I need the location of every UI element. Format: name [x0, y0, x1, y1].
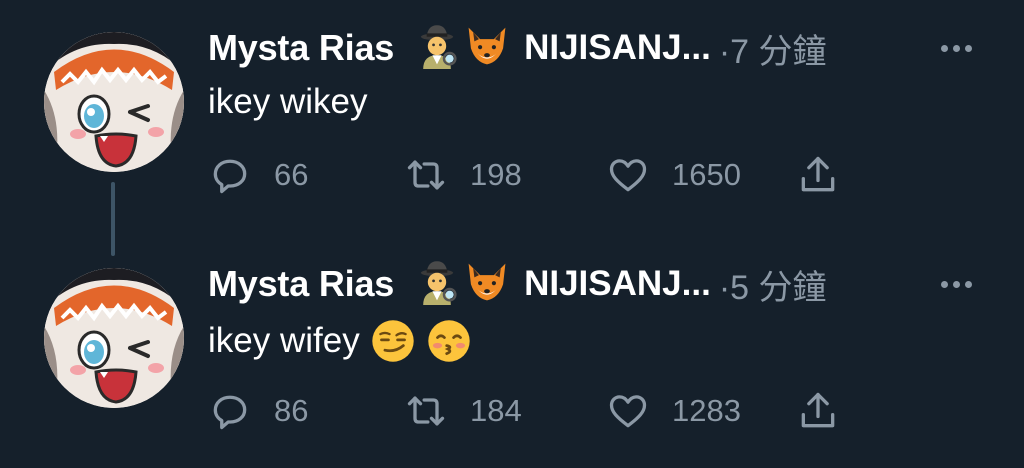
fox-emoji [464, 259, 510, 310]
share-upload-icon [801, 392, 835, 428]
detective-emoji [414, 23, 460, 74]
kissing-face-emoji [426, 318, 472, 364]
smirking-face-emoji [370, 318, 416, 364]
fox-emoji [464, 23, 510, 74]
tweet-text: ikey wifey [208, 318, 472, 364]
tweet-header: Mysta Rias [208, 22, 827, 74]
detective-emoji [414, 259, 460, 310]
retweet-button[interactable]: 198 [404, 150, 522, 200]
tweet-header: Mysta Rias [208, 258, 827, 310]
like-count: 1650 [672, 157, 741, 192]
tweet-actions: 66 198 1650 [208, 150, 908, 200]
speech-bubble-icon [213, 395, 247, 430]
tweet[interactable]: Mysta Rias [0, 0, 1024, 256]
tweet[interactable]: Mysta Rias [0, 236, 1024, 468]
reply-count: 86 [274, 393, 309, 428]
name-emojis [414, 23, 510, 74]
reply-button[interactable]: 86 [208, 386, 308, 436]
more-options-button[interactable] [932, 258, 980, 310]
ellipsis-icon [940, 44, 948, 52]
retweet-count: 198 [470, 157, 522, 192]
heart-outline-icon [609, 159, 647, 192]
reply-button[interactable]: 66 [208, 150, 308, 200]
tweet-text-content: ikey wifey [208, 321, 360, 360]
author-name[interactable]: Mysta Rias [208, 27, 394, 69]
tweet-text: ikey wikey [208, 82, 367, 122]
like-count: 1283 [672, 393, 741, 428]
retweet-button[interactable]: 184 [404, 386, 522, 436]
speech-bubble-icon [213, 159, 247, 194]
like-button[interactable]: 1283 [606, 386, 741, 436]
more-options-button[interactable] [932, 22, 980, 74]
org-name[interactable]: NIJISANJ... [524, 28, 711, 68]
avatar[interactable] [44, 268, 184, 408]
share-upload-icon [801, 156, 835, 192]
retweet-arrows-icon [407, 396, 445, 426]
share-button[interactable] [796, 386, 840, 436]
like-button[interactable]: 1650 [606, 150, 741, 200]
tweet-actions: 86 184 1283 [208, 386, 908, 436]
ellipsis-icon [940, 280, 948, 288]
avatar[interactable] [44, 32, 184, 172]
name-emojis [414, 259, 510, 310]
author-name[interactable]: Mysta Rias [208, 263, 394, 305]
timestamp[interactable]: ·7 分鐘 [719, 24, 827, 73]
reply-count: 66 [274, 157, 309, 192]
org-name[interactable]: NIJISANJ... [524, 264, 711, 304]
retweet-arrows-icon [407, 160, 445, 190]
timestamp[interactable]: ·5 分鐘 [719, 260, 827, 309]
share-button[interactable] [796, 150, 840, 200]
tweet-text-content: ikey wikey [208, 82, 368, 121]
heart-outline-icon [609, 395, 647, 428]
retweet-count: 184 [470, 393, 522, 428]
